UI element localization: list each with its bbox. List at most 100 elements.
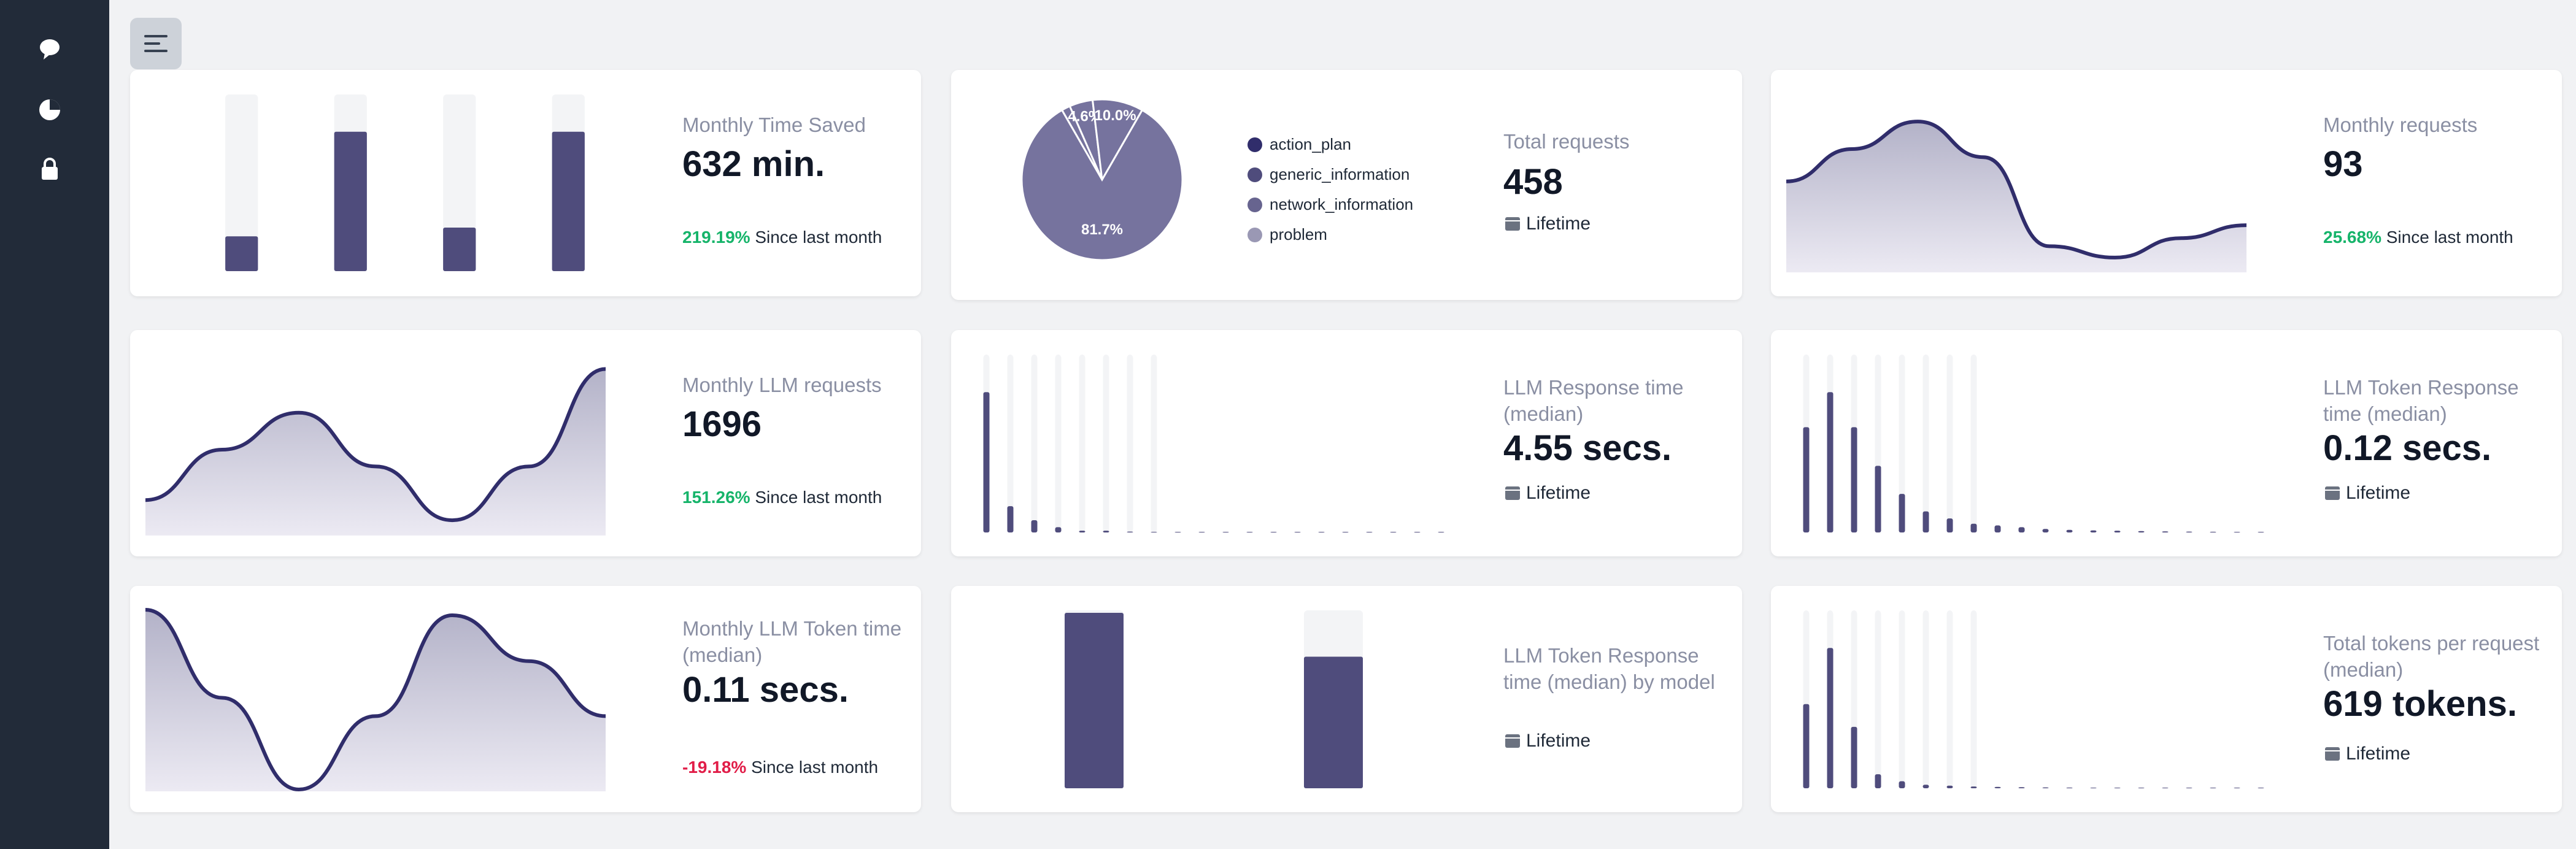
legend-item[interactable]: generic_information — [1248, 159, 1413, 190]
trend-percentage: 151.26% — [682, 488, 750, 507]
card-monthly-llm-requests: Monthly LLM requests 1696 151.26% Since … — [130, 330, 921, 556]
legend-swatch — [1248, 137, 1262, 152]
trend-percentage: 25.68% — [2323, 228, 2381, 247]
bar — [983, 392, 990, 532]
card-monthly-time-saved: Monthly Time Saved 632 min. 219.19% Sinc… — [130, 70, 921, 296]
card-label: Total tokens per request (median) — [2323, 632, 2540, 681]
lifetime-label: Lifetime — [1526, 731, 1591, 751]
bar-track — [1922, 355, 1929, 532]
legend-label: generic_information — [1270, 165, 1410, 183]
monthly-llm-token-area-chart — [145, 607, 606, 791]
time-saved-bar-chart — [225, 94, 585, 271]
bar — [2066, 529, 2073, 532]
llm-requests-area-chart — [145, 367, 606, 536]
bar-track — [1899, 610, 1905, 788]
bar-track — [1031, 355, 1038, 532]
card-label: Monthly LLM Token time (median) — [682, 617, 902, 666]
calendar-icon — [1505, 217, 1520, 231]
card-label: LLM Token Response time (median) by mode… — [1503, 644, 1715, 693]
card-llm-token-response: LLM Token Response time (median) 0.12 se… — [1771, 330, 2562, 556]
bar — [1922, 511, 1929, 532]
bar — [1065, 613, 1124, 788]
bar-track — [1970, 355, 1977, 532]
tokens-per-request-bar-chart — [1803, 610, 2264, 788]
bar — [2042, 529, 2049, 532]
bar — [1994, 786, 2001, 788]
bar — [1922, 785, 1929, 788]
trend: -19.18% Since last month — [682, 756, 878, 778]
legend-label: action_plan — [1270, 135, 1351, 153]
llm-response-time-bar-chart — [983, 355, 1444, 532]
calendar-icon — [2325, 747, 2340, 761]
bar — [1946, 785, 1953, 788]
trend: 219.19% Since last month — [682, 226, 882, 248]
bar — [1827, 648, 1834, 788]
bar-track — [1970, 610, 1977, 788]
legend-item[interactable]: action_plan — [1248, 129, 1413, 159]
bar-track — [1151, 355, 1157, 532]
legend-item[interactable]: problem — [1248, 220, 1413, 250]
trend-suffix: Since last month — [2386, 228, 2513, 247]
lifetime-footer: Lifetime — [2325, 482, 2410, 504]
pie-legend: action_plan generic_information network_in… — [1248, 129, 1413, 250]
hamburger-menu-icon — [144, 35, 168, 52]
lifetime-footer: Lifetime — [1505, 482, 1591, 504]
card-llm-response-time: LLM Response time (median) 4.55 secs. Li… — [951, 330, 1742, 556]
bar — [1970, 523, 1977, 532]
total-requests-pie-chart: 4.6%10.0%81.7% — [1020, 98, 1184, 261]
sidebar — [0, 0, 109, 849]
bar — [1899, 781, 1905, 788]
card-value: 1696 — [682, 404, 762, 444]
area-fill — [145, 609, 606, 791]
legend-swatch — [1248, 167, 1262, 182]
calendar-icon — [1505, 486, 1520, 500]
bar-track — [1922, 610, 1929, 788]
bar — [1103, 531, 1109, 532]
bar-track — [1875, 610, 1881, 788]
bar — [1007, 506, 1014, 532]
trend-percentage: 219.19% — [682, 228, 750, 247]
bar — [1079, 531, 1086, 532]
card-label: Monthly requests — [2323, 113, 2478, 136]
bar — [443, 228, 476, 271]
card-value: 0.11 secs. — [682, 670, 849, 710]
bar — [1994, 525, 2001, 532]
bar — [2018, 527, 2025, 532]
card-value: 458 — [1503, 162, 1563, 202]
lifetime-label: Lifetime — [2346, 483, 2411, 503]
legend-item[interactable]: network_information — [1248, 190, 1413, 220]
lifetime-label: Lifetime — [1526, 213, 1591, 234]
lifetime-footer: Lifetime — [2325, 743, 2410, 765]
card-label: Monthly Time Saved — [682, 113, 866, 136]
llm-token-by-model-bar-chart — [1065, 610, 1363, 788]
card-value: 4.55 secs. — [1503, 428, 1672, 468]
legend-swatch — [1248, 197, 1262, 212]
legend-label: network_information — [1270, 195, 1414, 213]
pie-chart-icon[interactable] — [36, 96, 63, 123]
trend-percentage: -19.18% — [682, 758, 747, 777]
card-total-requests: 4.6% 10.0% 81.7% action_plan generic_inform… — [951, 70, 1742, 300]
bar-track — [1055, 355, 1062, 532]
card-value: 619 tokens. — [2323, 684, 2517, 724]
card-value: 0.12 secs. — [2323, 428, 2492, 468]
chat-bubble-icon[interactable] — [36, 35, 63, 62]
card-tokens-per-request: Total tokens per request (median) 619 to… — [1771, 586, 2562, 812]
calendar-icon — [1505, 734, 1520, 748]
bar — [1875, 466, 1881, 532]
lifetime-label: Lifetime — [1526, 483, 1591, 503]
lifetime-label: Lifetime — [2346, 743, 2411, 764]
bar — [1946, 518, 1953, 532]
bar — [1851, 427, 1857, 532]
bar — [334, 131, 367, 271]
trend-suffix: Since last month — [755, 228, 882, 247]
card-llm-token-by-model: LLM Token Response time (median) by mode… — [951, 586, 1742, 812]
pie-data-label: 10.0% — [1095, 107, 1136, 124]
card-label: Monthly LLM requests — [682, 374, 882, 396]
lifetime-footer: Lifetime — [1505, 213, 1591, 235]
bar — [552, 131, 585, 271]
menu-button[interactable] — [130, 18, 182, 69]
lifetime-footer: Lifetime — [1505, 730, 1591, 752]
bar — [1899, 494, 1905, 532]
lock-icon[interactable] — [36, 155, 63, 182]
bar — [225, 236, 258, 271]
